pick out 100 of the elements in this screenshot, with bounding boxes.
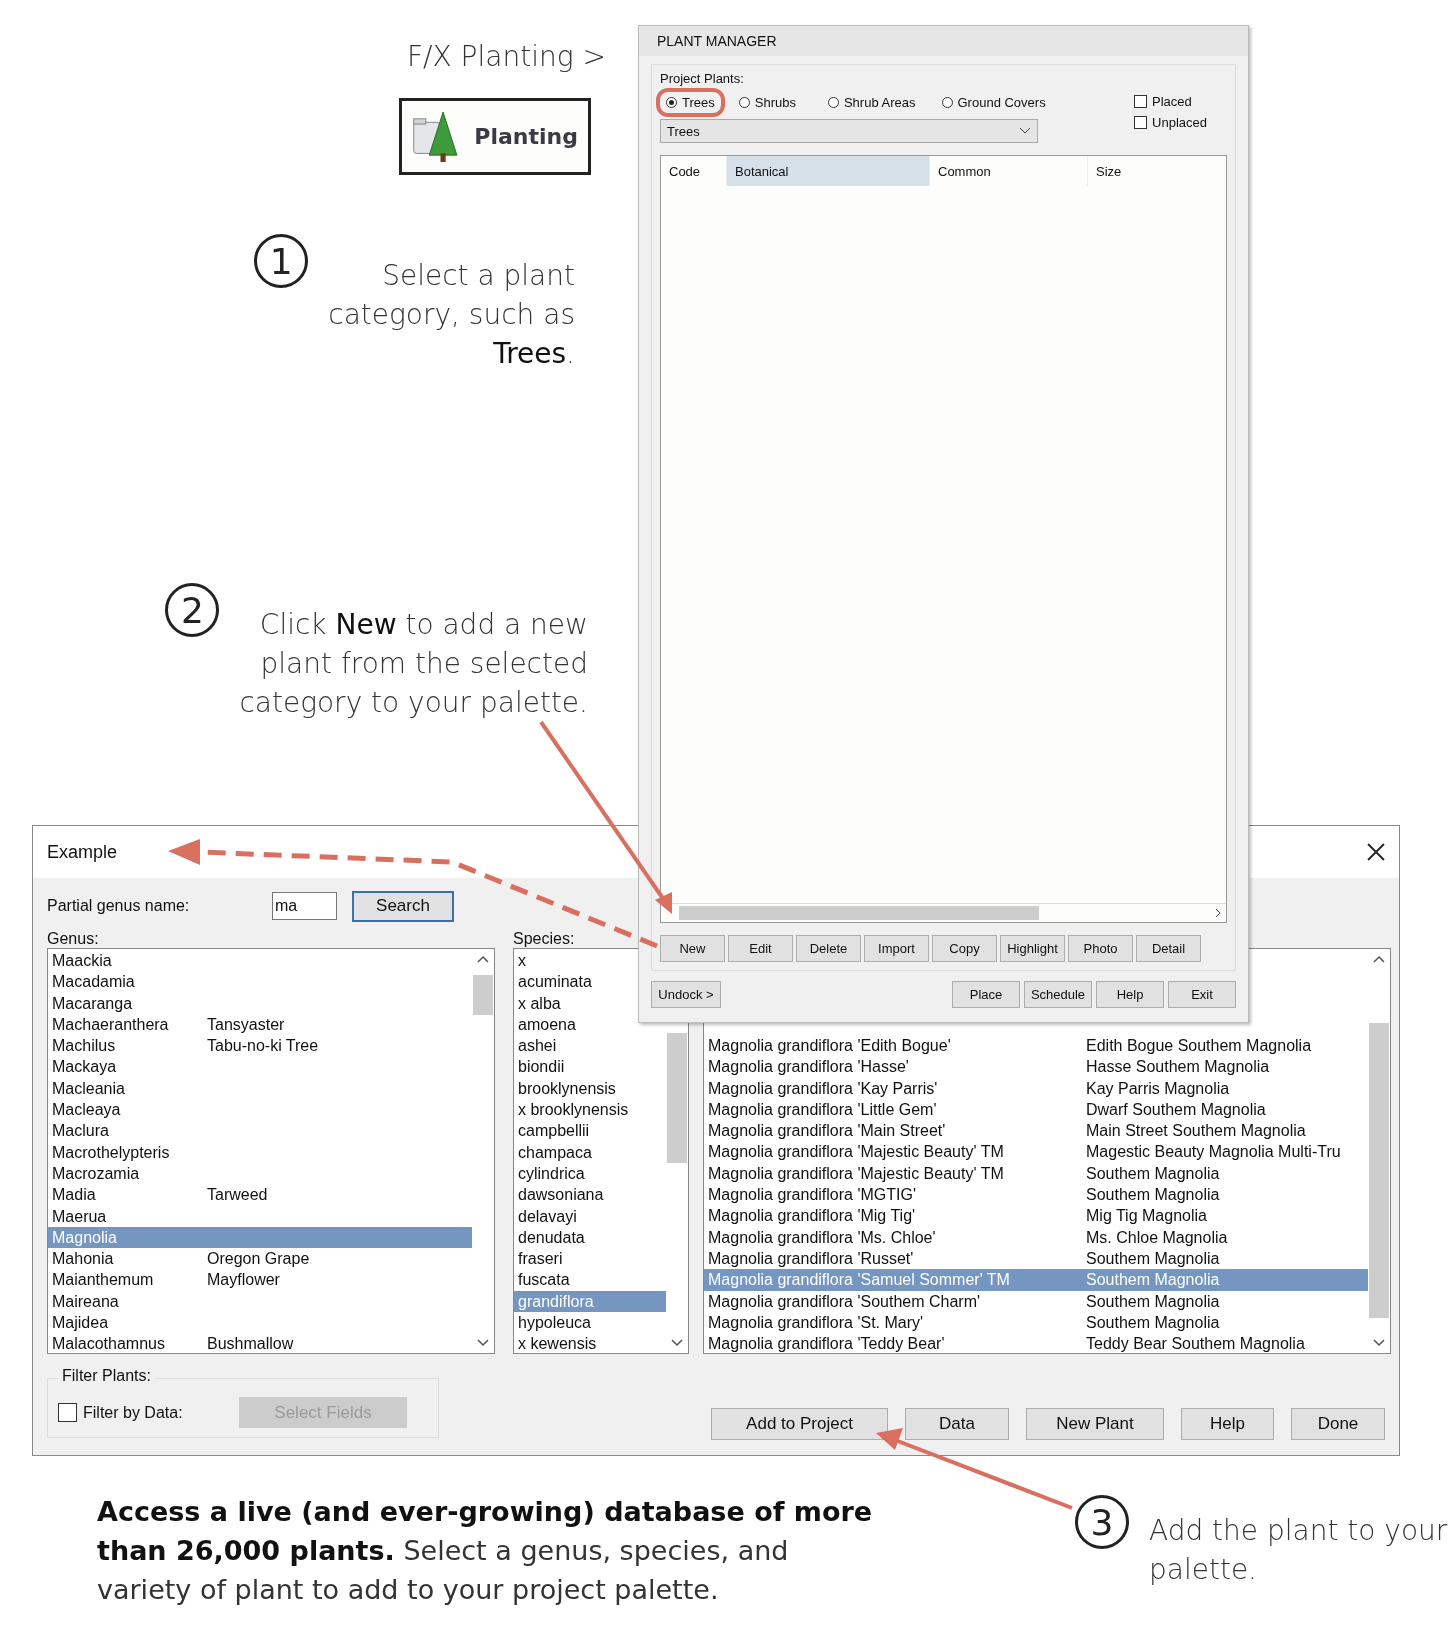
dialog-button[interactable]: Done [1291, 1408, 1385, 1440]
checkbox[interactable] [1134, 95, 1148, 108]
radio-button[interactable]: Shrubs [732, 92, 802, 113]
list-label: Species: [513, 930, 575, 947]
variety-item[interactable]: Magnolia grandiflora 'Edith Bogue' Edith Bogue Southem Magnolia [704, 1035, 1368, 1057]
genus-item[interactable]: Maclura [48, 1120, 472, 1142]
species-item[interactable]: cylindrica [514, 1162, 666, 1185]
genus-item[interactable]: Malacothamnus Bushmallow [48, 1333, 472, 1353]
chevron-down-icon [477, 1339, 489, 1347]
toolbar-button[interactable]: Highlight [1000, 935, 1065, 962]
checkbox-label: Unplaced [1152, 115, 1207, 130]
planting-button[interactable]: Planting [399, 98, 591, 175]
toolbar-button[interactable]: Detail [1136, 935, 1201, 962]
variety-item[interactable]: Magnolia grandiflora 'Southem Charm' Southem Magnolia [704, 1290, 1368, 1312]
genus-item[interactable]: Majidea [48, 1312, 472, 1334]
footer-button[interactable]: Schedule [1024, 981, 1092, 1008]
list-label: Genus: [47, 930, 99, 947]
species-item[interactable]: fraseri [514, 1248, 666, 1270]
column-header[interactable]: Botanical [727, 156, 930, 186]
chevron-down-icon [1373, 1339, 1385, 1347]
toolbar-button[interactable]: Copy [932, 935, 997, 962]
genus-item[interactable]: Maackia [48, 950, 472, 972]
species-item[interactable]: denudata [514, 1226, 666, 1249]
toolbar-button[interactable]: New [660, 935, 725, 962]
variety-item[interactable]: Magnolia grandiflora 'Ms. Chloe' Ms. Chloe Magnolia [704, 1226, 1368, 1248]
variety-item[interactable]: Magnolia grandiflora 'Teddy Bear' Teddy Bear Southem Magnolia [704, 1333, 1368, 1353]
chevron-up-icon [1373, 955, 1385, 963]
toolbar-button[interactable]: Import [864, 935, 929, 962]
variety-item[interactable]: Magnolia grandiflora 'Kay Parris' Kay Parris Magnolia [704, 1077, 1368, 1099]
chevron-right-icon [1215, 908, 1222, 918]
column-header[interactable]: Common [930, 156, 1088, 186]
genus-item[interactable]: Maerua [48, 1205, 472, 1227]
variety-item[interactable]: Magnolia grandiflora 'Majestic Beauty' TM Southem Magnolia [704, 1162, 1368, 1185]
toolbar-button[interactable]: Delete [796, 935, 861, 962]
checkbox-label: Placed [1152, 94, 1192, 109]
group-label: Project Plants: [660, 71, 745, 86]
caption-text: Access a live (and ever-growing) database of more than 26,000 plants. Select a genus, species, and variety of plant to add to your project palette. [97, 1495, 873, 1607]
footer-button[interactable]: Place [952, 981, 1020, 1008]
scrollbar-thumb[interactable] [667, 1033, 687, 1163]
genus-item[interactable]: Mahonia Oregon Grape [48, 1248, 472, 1270]
footer-button[interactable]: Exit [1168, 981, 1236, 1008]
species-item[interactable]: biondii [514, 1056, 666, 1078]
species-item[interactable]: delavayi [514, 1205, 666, 1227]
species-item[interactable]: dawsoniana [514, 1184, 666, 1206]
checkbox[interactable] [58, 1403, 77, 1422]
toolbar-button[interactable]: Edit [728, 935, 793, 962]
species-item[interactable]: amoena [514, 1013, 666, 1036]
radio-button[interactable]: Shrub Areas [821, 92, 922, 113]
dialog-button[interactable]: Help [1181, 1408, 1274, 1440]
search-button[interactable]: Search [353, 891, 453, 921]
step-instruction: Select a plant category, such as Trees. [328, 258, 575, 372]
genus-item[interactable]: Macaranga [48, 992, 472, 1014]
checkbox[interactable] [1134, 116, 1148, 129]
variety-item[interactable]: Magnolia grandiflora 'St. Mary' Southem Magnolia [704, 1311, 1368, 1334]
genus-item[interactable]: Machilus Tabu-no-ki Tree [48, 1035, 472, 1057]
species-item[interactable]: x brooklynensis [514, 1099, 666, 1121]
genus-item[interactable]: Machaeranthera Tansyaster [48, 1013, 472, 1036]
column-header[interactable]: Size [1088, 156, 1198, 186]
variety-item[interactable]: Magnolia grandiflora 'MGTIG' Southem Magnolia [704, 1184, 1368, 1206]
close-icon[interactable] [1367, 843, 1385, 861]
variety-item[interactable]: Magnolia grandiflora 'Russet' Southem Magnolia [704, 1247, 1368, 1270]
category-dropdown[interactable]: Trees [660, 119, 1038, 143]
variety-item[interactable]: Magnolia grandiflora 'Mig Tig' Mig Tig Magnolia [704, 1205, 1368, 1227]
scrollbar-thumb[interactable] [473, 975, 493, 1015]
variety-item[interactable]: Magnolia grandiflora 'Little Gem' Dwarf Southem Magnolia [704, 1098, 1368, 1121]
species-item[interactable]: campbellii [514, 1120, 666, 1142]
genus-item[interactable]: Madia Tarweed [48, 1184, 472, 1206]
undock-button[interactable]: Undock > [651, 981, 721, 1008]
genus-item[interactable]: Macrothelypteris [48, 1141, 472, 1163]
species-item[interactable]: ashei [514, 1035, 666, 1057]
species-item[interactable]: hypoleuca [514, 1312, 666, 1334]
genus-item[interactable]: Macadamia [48, 971, 472, 993]
breadcrumb-text: F/X Planting > [407, 40, 606, 73]
genus-item[interactable]: Mackaya [48, 1056, 472, 1078]
genus-item[interactable]: Macleaya [48, 1099, 472, 1121]
variety-item[interactable]: Magnolia grandiflora 'Majestic Beauty' TM Magestic Beauty Magnolia Multi-Tru [704, 1141, 1368, 1163]
scrollbar-thumb[interactable] [1369, 1023, 1389, 1318]
genus-item[interactable]: Macrozamia [48, 1162, 472, 1185]
dialog-button[interactable]: Data [905, 1408, 1009, 1440]
dialog-button[interactable]: Add to Project [711, 1408, 888, 1440]
species-item[interactable]: champaca [514, 1141, 666, 1163]
window-title: PLANT MANAGER [657, 33, 777, 49]
variety-item[interactable]: Magnolia grandiflora 'Main Street' Main Street Southem Magnolia [704, 1120, 1368, 1142]
genus-input-field[interactable]: ma [272, 892, 337, 920]
dialog-title: Example [47, 841, 118, 863]
radio-button[interactable]: Ground Covers [935, 92, 1052, 113]
genus-item[interactable]: Maireana [48, 1290, 472, 1313]
species-item[interactable]: x kewensis [514, 1333, 666, 1353]
genus-item[interactable]: Macleania [48, 1077, 472, 1100]
dialog-button[interactable]: New Plant [1026, 1408, 1164, 1440]
chevron-up-icon [477, 955, 489, 963]
footer-button[interactable]: Help [1096, 981, 1164, 1008]
species-item[interactable]: brooklynensis [514, 1077, 666, 1100]
checkbox-label: Filter by Data: [83, 1403, 184, 1422]
variety-item[interactable]: Magnolia grandiflora 'Hasse' Hasse Southem Magnolia [704, 1056, 1368, 1078]
step-instruction: Add the plant to your palette. [1149, 1513, 1448, 1588]
toolbar-button[interactable]: Photo [1068, 935, 1133, 962]
genus-item[interactable]: Maianthemum Mayflower [48, 1269, 472, 1291]
species-item[interactable]: fuscata [514, 1269, 666, 1291]
step-number: 2 [165, 583, 220, 637]
